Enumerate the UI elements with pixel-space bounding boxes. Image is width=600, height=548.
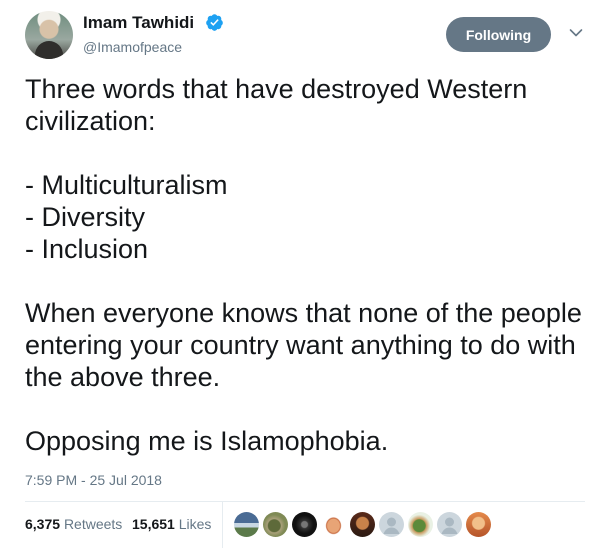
likes-stat[interactable]: 15,651 Likes xyxy=(132,514,211,534)
author-name[interactable]: Imam Tawhidi xyxy=(83,12,194,34)
author-avatar[interactable] xyxy=(25,11,73,59)
liker-avatar[interactable] xyxy=(437,512,462,537)
liker-avatar[interactable] xyxy=(408,512,433,537)
likes-label: Likes xyxy=(178,516,212,532)
retweets-stat[interactable]: 6,375 Retweets xyxy=(25,514,122,534)
liker-avatar[interactable] xyxy=(234,512,259,537)
author-handle[interactable]: @Imamofpeace xyxy=(83,38,182,56)
tweet-timestamp[interactable]: 7:59 PM - 25 Jul 2018 xyxy=(25,471,162,489)
retweets-count: 6,375 xyxy=(25,516,61,532)
stats-divider xyxy=(222,502,223,548)
tweet-text: Three words that have destroyed Western … xyxy=(25,74,582,456)
following-button[interactable]: Following xyxy=(446,17,551,52)
retweets-label: Retweets xyxy=(63,516,123,532)
likes-count: 15,651 xyxy=(132,516,175,532)
liker-avatar[interactable] xyxy=(321,512,346,537)
chevron-down-icon[interactable] xyxy=(569,28,583,38)
liker-avatar[interactable] xyxy=(292,512,317,537)
verified-badge-icon xyxy=(206,14,223,31)
liker-avatar[interactable] xyxy=(379,512,404,537)
liker-avatar[interactable] xyxy=(350,512,375,537)
divider xyxy=(25,501,585,502)
liker-avatar[interactable] xyxy=(263,512,288,537)
liker-avatar[interactable] xyxy=(466,512,491,537)
